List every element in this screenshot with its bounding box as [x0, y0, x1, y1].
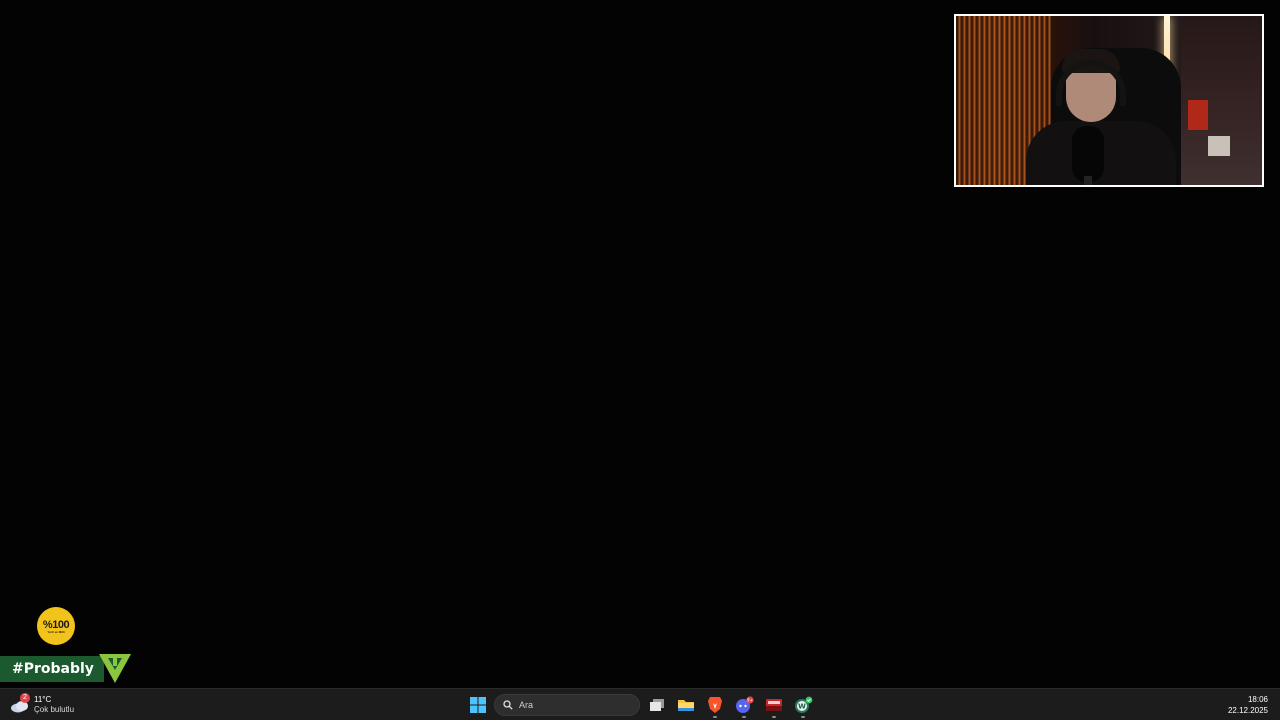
- brave-lion-icon: [708, 697, 722, 713]
- brave-browser-button[interactable]: [703, 693, 727, 718]
- badge-subtext: Yerli ve Milli: [47, 629, 65, 634]
- webcam-overlay: [954, 14, 1264, 187]
- weather-temperature: 11°C: [34, 695, 52, 704]
- shelf-red-box: [1188, 100, 1208, 130]
- weather-condition: Çok bulutlu: [34, 705, 75, 714]
- w-icon: W: [795, 696, 813, 713]
- taskbar: 2 11°C Çok bulutlu Ara 9+ W 18:06 22.12.…: [0, 688, 1280, 720]
- probably-banner-text: #Probably: [12, 661, 94, 677]
- running-indicator: [742, 716, 746, 718]
- badge-text: %100: [42, 618, 70, 631]
- probably-logo-icon: [99, 654, 131, 683]
- running-indicator: [801, 716, 805, 718]
- microphone-arm: [1084, 176, 1092, 185]
- discord-button[interactable]: 9+: [732, 693, 756, 718]
- probably-banner: #Probably: [0, 656, 104, 682]
- discord-icon: 9+: [736, 696, 754, 713]
- clock-date: 22.12.2025: [1227, 706, 1268, 715]
- red-app-button[interactable]: [762, 693, 786, 718]
- running-indicator: [713, 716, 717, 718]
- weather-notification-badge: 2: [20, 693, 30, 703]
- desktop-background: %100 Yerli ve Milli #Probably: [0, 0, 1280, 688]
- percent-100-badge: %100 Yerli ve Milli: [37, 607, 75, 645]
- search-placeholder: Ara: [519, 700, 534, 710]
- weather-widget[interactable]: 2 11°C Çok bulutlu: [10, 692, 100, 718]
- cloud-icon: 2: [10, 693, 30, 714]
- w-app-button[interactable]: W: [791, 693, 815, 718]
- start-button[interactable]: [467, 694, 489, 716]
- folder-icon: [678, 700, 694, 711]
- clock-time: 18:06: [1247, 695, 1268, 704]
- task-view-icon: [650, 699, 664, 711]
- task-view-button[interactable]: [645, 693, 669, 717]
- microphone: [1072, 126, 1104, 182]
- svg-text:9+: 9+: [747, 697, 753, 702]
- search-icon: [503, 700, 513, 710]
- running-indicator: [772, 716, 776, 718]
- system-clock[interactable]: 18:06 22.12.2025: [1228, 694, 1268, 716]
- shelf-white-box: [1208, 136, 1230, 156]
- weather-text: 11°C Çok bulutlu: [34, 695, 74, 715]
- red-app-icon: [766, 699, 782, 711]
- taskbar-search[interactable]: Ara: [494, 694, 640, 716]
- windows-logo-icon: [470, 697, 486, 713]
- svg-text:W: W: [798, 703, 806, 711]
- file-explorer-button[interactable]: [674, 693, 698, 717]
